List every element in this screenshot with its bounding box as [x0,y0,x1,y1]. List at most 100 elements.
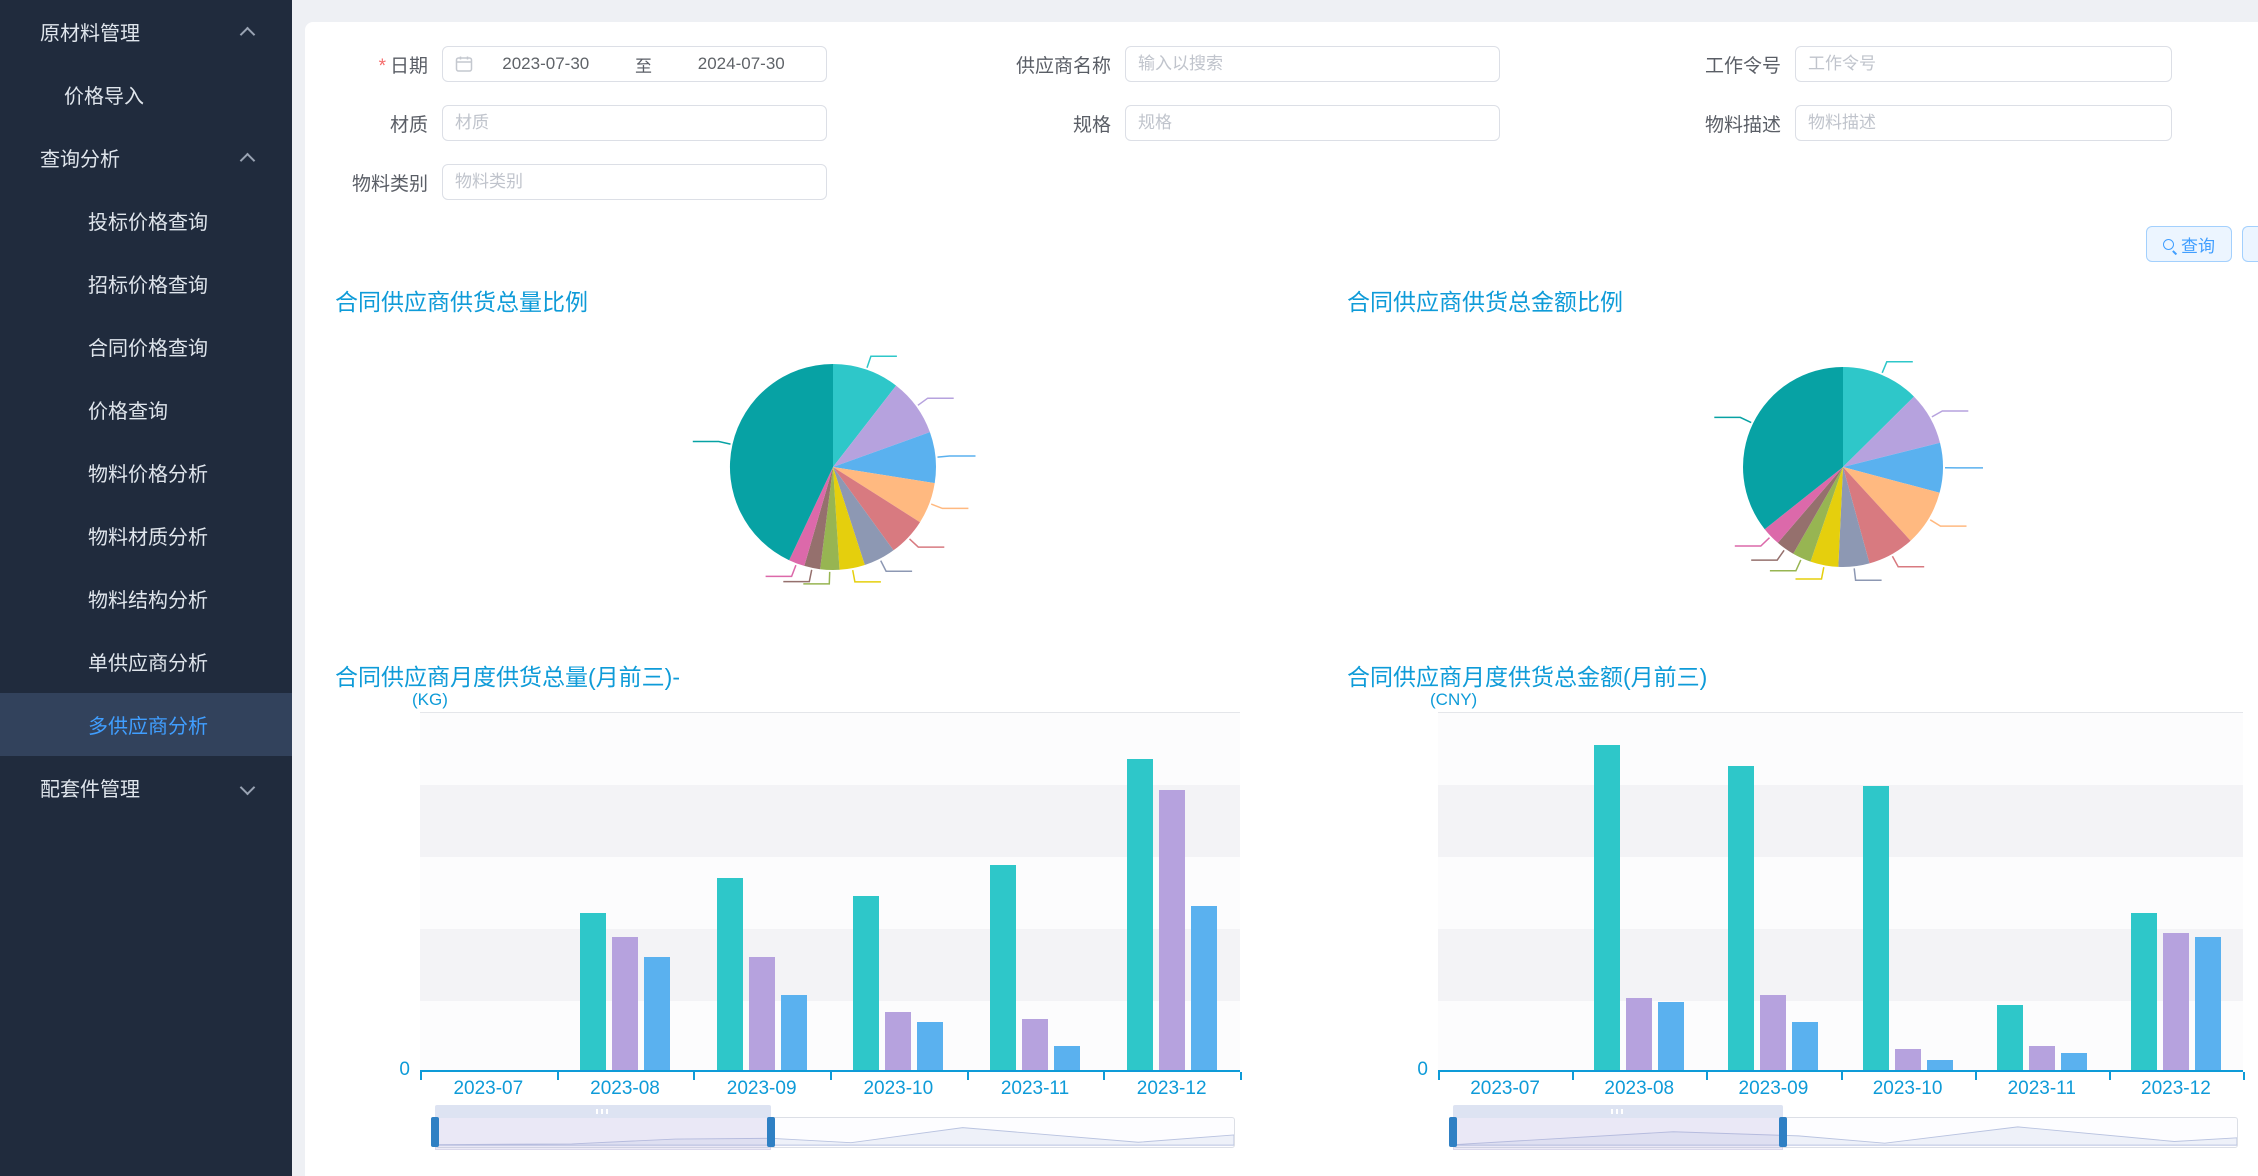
sidebar-item-label: 物料结构分析 [88,584,208,613]
bar[interactable] [1792,1022,1818,1070]
material-category-input[interactable] [442,164,827,200]
pie-label-leader-line [918,398,954,405]
pie-chart-supply-quantity[interactable] [673,327,993,607]
pie-label-leader-line [853,570,881,582]
bar[interactable] [644,957,670,1070]
bar[interactable] [2195,937,2221,1070]
chevron-up-icon[interactable] [242,152,254,164]
x-axis-label: 2023-11 [1982,1078,2102,1100]
bar[interactable] [1022,1019,1048,1070]
datazoom-left-handle[interactable] [1449,1117,1457,1147]
sidebar-item-multi-supplier-analysis[interactable]: 多供应商分析 [0,693,292,756]
datazoom-right-handle[interactable] [1779,1117,1787,1147]
work-order-input[interactable] [1795,46,2172,82]
bar[interactable] [1658,1002,1684,1070]
sidebar-item-price-query[interactable]: 价格查询 [0,378,292,441]
bar[interactable] [749,957,775,1070]
date-range-input[interactable]: 2023-07-30 至 2024-07-30 [442,46,827,82]
bar[interactable] [2163,933,2189,1070]
material-label: 材质 [330,110,442,137]
datazoom-slider-track[interactable] [1453,1117,2238,1148]
bar[interactable] [2061,1053,2087,1070]
bar[interactable] [1159,790,1185,1070]
bar[interactable] [1594,745,1620,1070]
bar[interactable] [917,1022,943,1070]
material-input[interactable] [442,105,827,141]
bar[interactable] [1760,995,1786,1070]
x-axis-label: 2023-11 [975,1078,1095,1100]
datazoom-move-handle[interactable] [1453,1105,1783,1118]
x-axis-tick [1240,1072,1242,1080]
sidebar-item-label: 物料价格分析 [88,458,208,487]
date-start-value[interactable]: 2023-07-30 [473,54,619,74]
datazoom-left-handle[interactable] [431,1117,439,1147]
sidebar-item-material-price-analysis[interactable]: 物料价格分析 [0,441,292,504]
sidebar-item-label: 多供应商分析 [88,710,208,739]
x-axis-label: 2023-12 [1112,1078,1232,1100]
sidebar-item-accessories-management[interactable]: 配套件管理 [0,756,292,819]
bar-chart-1-title: 合同供应商月度供货总量(月前三)- [335,658,680,692]
supplier-input[interactable] [1125,46,1500,82]
material-desc-input[interactable] [1795,105,2172,141]
datazoom-selected-window[interactable] [1453,1117,1783,1150]
pie-label-leader-line [881,561,912,572]
bar[interactable] [1863,786,1889,1070]
x-axis-tick [830,1072,832,1080]
bar-chart-supply-amount-plot[interactable] [1438,712,2243,1070]
x-axis-tick [1103,1072,1105,1080]
bar[interactable] [1997,1005,2023,1070]
sidebar-item-raw-materials[interactable]: 原材料管理 [0,0,292,63]
sidebar-item-label: 投标价格查询 [88,206,208,235]
pie-label-leader-line [1932,411,1968,417]
bar[interactable] [1054,1046,1080,1070]
bar-chart-2-unit: (CNY) [1430,690,1477,710]
query-button[interactable]: 查询 [2146,226,2232,262]
bar[interactable] [1626,998,1652,1070]
x-axis-tick [2243,1072,2245,1080]
x-axis-label: 2023-09 [1713,1078,1833,1100]
sidebar-item-contract-price-query[interactable]: 合同价格查询 [0,315,292,378]
pie-label-leader-line [938,456,976,457]
bar[interactable] [1895,1049,1921,1070]
x-axis-label: 2023-07 [428,1078,548,1100]
bar-chart-supply-quantity-plot[interactable] [420,712,1240,1070]
bar[interactable] [612,937,638,1070]
pie-label-leader-line [766,565,796,576]
datazoom-grip-icon [596,1109,610,1114]
sidebar-item-query-analysis[interactable]: 查询分析 [0,126,292,189]
bar[interactable] [781,995,807,1070]
datazoom-move-handle[interactable] [435,1105,771,1118]
x-axis-tick [1706,1072,1708,1080]
bar[interactable] [717,878,743,1070]
datazoom-selected-window[interactable] [435,1117,771,1150]
bar[interactable] [2131,913,2157,1070]
date-separator: 至 [619,52,669,77]
bar[interactable] [885,1012,911,1070]
sidebar-item-price-import[interactable]: 价格导入 [0,63,292,126]
clipped-secondary-button[interactable] [2242,226,2258,262]
x-axis-label: 2023-10 [1848,1078,1968,1100]
datazoom-right-handle[interactable] [767,1117,775,1147]
date-end-value[interactable]: 2024-07-30 [669,54,815,74]
bar[interactable] [1927,1060,1953,1070]
pie-label-leader-line [931,504,968,508]
bar[interactable] [580,913,606,1070]
sidebar-item-bid-price-query[interactable]: 投标价格查询 [0,189,292,252]
bar[interactable] [1191,906,1217,1070]
sidebar-item-material-structure-analysis[interactable]: 物料结构分析 [0,567,292,630]
sidebar-item-material-texture-analysis[interactable]: 物料材质分析 [0,504,292,567]
bar[interactable] [2029,1046,2055,1070]
pie-chart-supply-amount[interactable] [1683,327,2003,607]
sidebar-item-single-supplier-analysis[interactable]: 单供应商分析 [0,630,292,693]
bar[interactable] [990,865,1016,1070]
pie-label-leader-line [1735,538,1770,546]
x-axis-label: 2023-08 [1579,1078,1699,1100]
chevron-up-icon[interactable] [242,26,254,38]
bar[interactable] [1127,759,1153,1070]
sidebar-item-tender-price-query[interactable]: 招标价格查询 [0,252,292,315]
bar[interactable] [853,896,879,1070]
datazoom-slider-track[interactable] [435,1117,1235,1148]
spec-input[interactable] [1125,105,1500,141]
chevron-down-icon[interactable] [242,782,254,794]
bar[interactable] [1728,766,1754,1070]
